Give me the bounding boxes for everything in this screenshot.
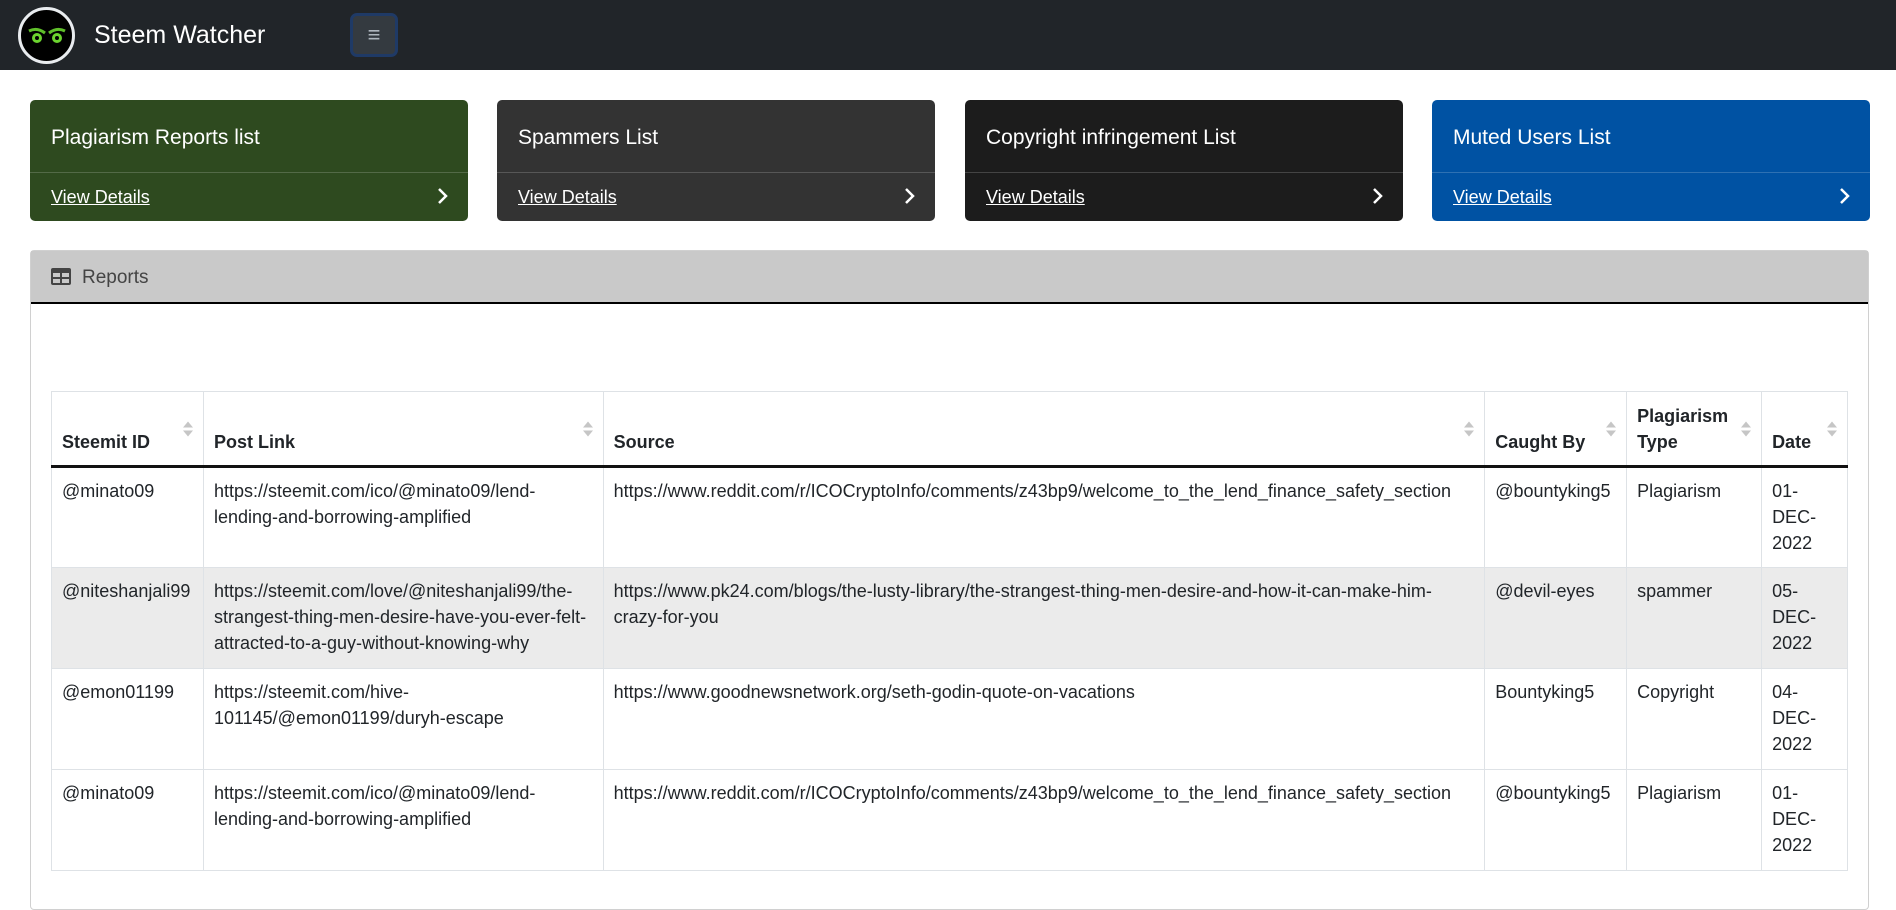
column-header-plagiarism-type[interactable]: Plagiarism Type [1626, 391, 1763, 468]
column-header-post-link[interactable]: Post Link [202, 391, 604, 468]
reports-title: Reports [82, 267, 149, 288]
card-divider [1432, 172, 1870, 173]
column-header-date[interactable]: Date [1761, 391, 1848, 468]
cell-post-link: https://steemit.com/love/@niteshanjali99… [202, 567, 604, 669]
view-details-link[interactable]: View Details [518, 186, 617, 208]
table-row: @minato09 https://steemit.com/ico/@minat… [51, 769, 1848, 871]
reports-table: Steemit ID Post Link Source Caught By Pl… [51, 391, 1848, 871]
view-details-link[interactable]: View Details [1453, 186, 1552, 208]
cell-steemit-id: @minato09 [51, 769, 204, 871]
app-title[interactable]: Steem Watcher [94, 20, 265, 50]
cell-date: 04-DEC-2022 [1761, 668, 1848, 770]
table-row: @niteshanjali99 https://steemit.com/love… [51, 567, 1848, 669]
column-header-steemit-id[interactable]: Steemit ID [51, 391, 204, 468]
sort-icon [1827, 421, 1837, 436]
reports-panel-header: Reports [31, 251, 1868, 304]
cell-caught-by: @bountyking5 [1484, 466, 1628, 568]
column-header-source[interactable]: Source [602, 391, 1486, 468]
chevron-right-icon[interactable] [901, 184, 917, 208]
owl-eyes-icon[interactable] [18, 7, 75, 64]
cell-post-link: https://steemit.com/ico/@minato09/lend-l… [202, 769, 604, 871]
view-details-link[interactable]: View Details [986, 186, 1085, 208]
table-icon [51, 268, 71, 291]
cell-steemit-id: @minato09 [51, 466, 204, 568]
cell-type: Plagiarism [1626, 769, 1763, 871]
card-spammers-list: Spammers List View Details [497, 100, 935, 221]
cell-source: https://www.pk24.com/blogs/the-lusty-lib… [602, 567, 1486, 669]
sort-icon [182, 421, 193, 436]
cell-post-link: https://steemit.com/ico/@minato09/lend-l… [202, 466, 604, 568]
hamburger-icon: ≡ [367, 22, 381, 47]
chevron-right-icon[interactable] [1369, 184, 1385, 208]
card-divider [497, 172, 935, 173]
sort-icon [1741, 421, 1752, 436]
cell-type: spammer [1626, 567, 1763, 669]
card-divider [30, 172, 468, 173]
view-details-link[interactable]: View Details [51, 186, 150, 208]
cell-caught-by: Bountyking5 [1484, 668, 1628, 770]
cell-steemit-id: @niteshanjali99 [51, 567, 204, 669]
cell-date: 01-DEC-2022 [1761, 769, 1848, 871]
table-header-row: Steemit ID Post Link Source Caught By Pl… [51, 391, 1848, 468]
sidebar-toggle-button[interactable]: ≡ [350, 13, 398, 57]
card-title: Muted Users List [1453, 126, 1611, 149]
cell-type: Plagiarism [1626, 466, 1763, 568]
cell-caught-by: @bountyking5 [1484, 769, 1628, 871]
cell-date: 01-DEC-2022 [1761, 466, 1848, 568]
card-title: Copyright infringement List [986, 126, 1236, 149]
sort-icon [582, 421, 593, 436]
card-copyright-list: Copyright infringement List View Details [965, 100, 1403, 221]
cell-caught-by: @devil-eyes [1484, 567, 1628, 669]
cell-source: https://www.reddit.com/r/ICOCryptoInfo/c… [602, 466, 1486, 568]
chevron-right-icon[interactable] [434, 184, 450, 208]
card-divider [965, 172, 1403, 173]
sort-icon [1606, 421, 1617, 436]
column-header-caught-by[interactable]: Caught By [1484, 391, 1628, 468]
cell-source: https://www.goodnewsnetwork.org/seth-god… [602, 668, 1486, 770]
cell-post-link: https://steemit.com/hive-101145/@emon011… [202, 668, 604, 770]
card-title: Spammers List [518, 126, 659, 149]
card-muted-users: Muted Users List View Details [1432, 100, 1870, 221]
top-navbar: Steem Watcher ≡ [0, 0, 1896, 70]
card-title: Plagiarism Reports list [51, 126, 260, 149]
cell-steemit-id: @emon01199 [51, 668, 204, 770]
cell-date: 05-DEC-2022 [1761, 567, 1848, 669]
cell-type: Copyright [1626, 668, 1763, 770]
table-row: @minato09 https://steemit.com/ico/@minat… [51, 466, 1848, 568]
chevron-right-icon[interactable] [1836, 184, 1852, 208]
table-row: @emon01199 https://steemit.com/hive-1011… [51, 668, 1848, 770]
cell-source: https://www.reddit.com/r/ICOCryptoInfo/c… [602, 769, 1486, 871]
card-plagiarism-reports: Plagiarism Reports list View Details [30, 100, 468, 221]
sort-icon [1464, 421, 1475, 436]
